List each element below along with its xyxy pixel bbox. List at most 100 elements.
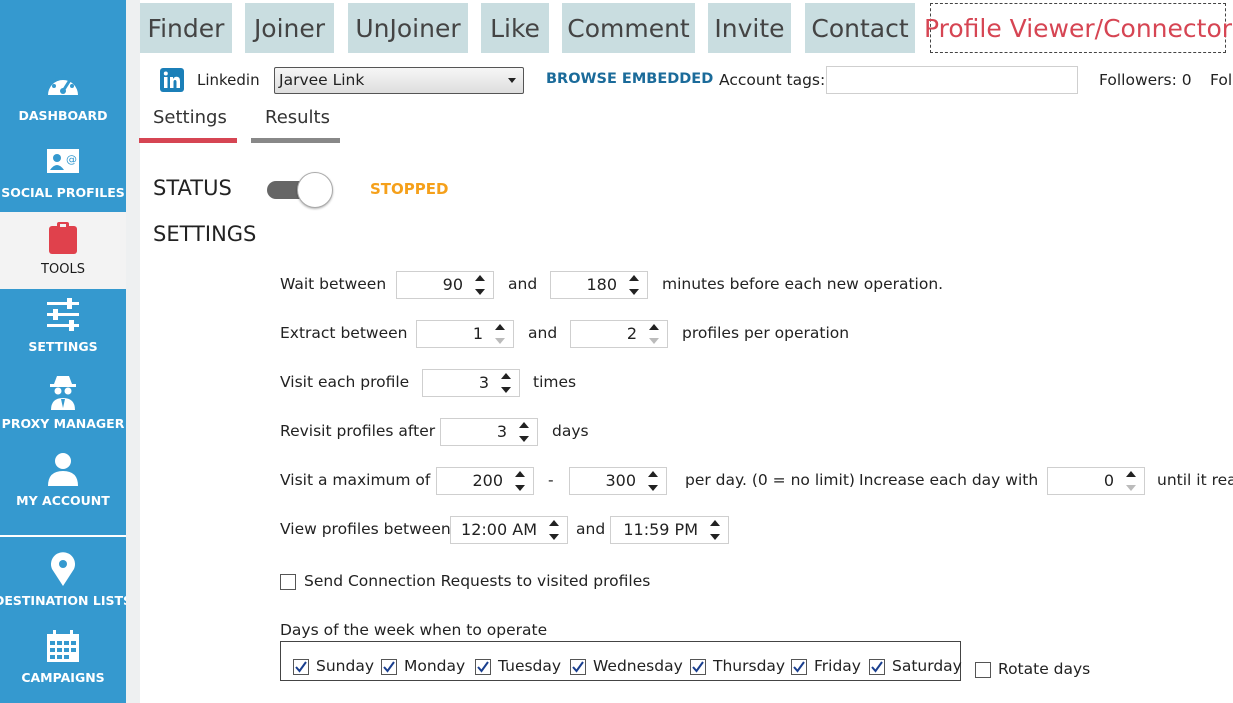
sidebar: DASHBOARD @ SOCIAL PROFILES TOOLS SETTIN… xyxy=(0,0,126,703)
network-label: Linkedin xyxy=(197,71,260,89)
tab-like[interactable]: Like xyxy=(481,3,549,53)
svg-text:@: @ xyxy=(66,153,77,166)
user-icon xyxy=(48,453,78,486)
social-profiles-icon: @ xyxy=(47,149,79,173)
status-label: STATUS xyxy=(153,176,232,200)
settings-sliders-icon xyxy=(47,298,79,331)
extract-max-stepper[interactable]: 2 xyxy=(570,320,668,348)
stepper-arrows-icon[interactable] xyxy=(475,275,486,295)
extract-min-stepper[interactable]: 1 xyxy=(416,320,514,348)
stepper-value: 3 xyxy=(478,373,489,392)
linkedin-icon xyxy=(160,68,184,92)
sidebar-item-my-account[interactable]: MY ACCOUNT xyxy=(0,443,126,520)
maximum-suffix: per day. (0 = no limit) xyxy=(685,471,855,489)
day-checkbox-sunday[interactable] xyxy=(293,659,309,675)
sidebar-item-proxy-manager[interactable]: PROXY MANAGER xyxy=(0,366,126,443)
stepper-value: 180 xyxy=(586,275,617,294)
wait-max-stepper[interactable]: 180 xyxy=(550,271,648,299)
day-label: Sunday xyxy=(316,657,374,675)
checkmark-icon xyxy=(793,661,805,673)
day-label: Tuesday xyxy=(498,657,562,675)
sidebar-item-campaigns[interactable]: CAMPAIGNS xyxy=(0,620,126,697)
sidebar-item-dashboard[interactable]: DASHBOARD xyxy=(0,58,126,135)
stepper-arrows-icon[interactable] xyxy=(515,471,526,491)
day-label: Wednesday xyxy=(593,657,683,675)
rotate-days-checkbox[interactable] xyxy=(975,662,991,678)
tools-icon xyxy=(49,222,77,254)
following-count: Fol xyxy=(1210,71,1233,89)
sidebar-divider xyxy=(0,535,126,537)
sidebar-item-social-profiles[interactable]: @ SOCIAL PROFILES xyxy=(0,135,126,212)
wait-min-stepper[interactable]: 90 xyxy=(396,271,494,299)
tab-invite[interactable]: Invite xyxy=(708,3,791,53)
maximum-label: Visit a maximum of xyxy=(280,471,431,489)
day-checkbox-thursday[interactable] xyxy=(690,659,706,675)
day-checkbox-tuesday[interactable] xyxy=(475,659,491,675)
increase-label: Increase each day with xyxy=(859,471,1039,489)
day-label: Friday xyxy=(814,657,861,675)
stepper-arrows-icon[interactable] xyxy=(549,520,560,540)
tab-joiner[interactable]: Joiner xyxy=(245,3,334,53)
sidebar-item-label: SOCIAL PROFILES xyxy=(1,185,125,200)
account-tags-input[interactable] xyxy=(826,66,1078,94)
account-select-value: Jarvee Link xyxy=(279,71,365,89)
stepper-arrows-icon[interactable] xyxy=(495,324,506,344)
revisit-stepper[interactable]: 3 xyxy=(440,418,538,446)
sidebar-item-label: DESTINATION LISTS xyxy=(0,593,126,608)
day-checkbox-monday[interactable] xyxy=(381,659,397,675)
tab-unjoiner[interactable]: UnJoiner xyxy=(348,3,468,53)
stepper-arrows-icon[interactable] xyxy=(1126,471,1137,491)
chevron-down-icon xyxy=(508,78,516,83)
view-start-time[interactable]: 12:00 AM xyxy=(450,516,568,544)
day-checkbox-wednesday[interactable] xyxy=(570,659,586,675)
day-checkbox-saturday[interactable] xyxy=(869,659,885,675)
view-and-label: and xyxy=(576,520,606,538)
wait-and-label: and xyxy=(508,275,538,293)
tab-comment[interactable]: Comment xyxy=(562,3,695,53)
extract-label: Extract between xyxy=(280,324,408,342)
stepper-value: 11:59 PM xyxy=(623,520,698,539)
view-end-time[interactable]: 11:59 PM xyxy=(610,516,729,544)
maximum-max-stepper[interactable]: 300 xyxy=(569,467,667,495)
subtab-results[interactable]: Results xyxy=(265,107,330,128)
status-badge: STOPPED xyxy=(370,180,449,198)
maximum-min-stepper[interactable]: 200 xyxy=(436,467,534,495)
visit-stepper[interactable]: 3 xyxy=(422,369,520,397)
stepper-value: 1 xyxy=(472,324,483,343)
spy-icon xyxy=(50,376,76,410)
stepper-value: 200 xyxy=(472,471,503,490)
day-label: Saturday xyxy=(892,657,962,675)
status-toggle[interactable] xyxy=(267,172,333,208)
sidebar-item-label: SETTINGS xyxy=(28,339,98,354)
send-requests-checkbox[interactable] xyxy=(280,574,296,590)
map-pin-icon xyxy=(51,552,75,586)
wait-label: Wait between xyxy=(280,275,387,293)
sidebar-item-settings[interactable]: SETTINGS xyxy=(0,289,126,366)
increase-tail: until it rea xyxy=(1157,471,1233,489)
tab-finder[interactable]: Finder xyxy=(140,3,232,53)
sidebar-item-destination-lists[interactable]: DESTINATION LISTS xyxy=(0,543,126,620)
browse-embedded-link[interactable]: BROWSE EMBEDDED xyxy=(546,71,713,87)
increase-stepper[interactable]: 0 xyxy=(1047,467,1145,495)
subtab-settings[interactable]: Settings xyxy=(153,107,227,128)
stepper-value: 90 xyxy=(442,275,463,294)
stepper-arrows-icon[interactable] xyxy=(648,471,659,491)
rotate-days-label: Rotate days xyxy=(998,660,1091,678)
day-checkbox-friday[interactable] xyxy=(791,659,807,675)
account-select[interactable]: Jarvee Link xyxy=(274,67,524,94)
stepper-arrows-icon[interactable] xyxy=(649,324,660,344)
stepper-arrows-icon[interactable] xyxy=(629,275,640,295)
content-gutter xyxy=(126,0,140,703)
checkmark-icon xyxy=(295,661,307,673)
checkmark-icon xyxy=(871,661,883,673)
tab-contact[interactable]: Contact xyxy=(805,3,915,53)
stepper-arrows-icon[interactable] xyxy=(501,373,512,393)
followers-count: Followers: 0 xyxy=(1099,71,1192,89)
sidebar-item-tools[interactable]: TOOLS xyxy=(0,212,126,289)
stepper-arrows-icon[interactable] xyxy=(519,422,530,442)
stepper-value: 0 xyxy=(1103,471,1114,490)
tab-profile-viewer-connector[interactable]: Profile Viewer/Connector xyxy=(924,3,1232,53)
days-label: Days of the week when to operate xyxy=(280,621,548,639)
stepper-arrows-icon[interactable] xyxy=(710,520,721,540)
sidebar-item-label: CAMPAIGNS xyxy=(21,670,105,685)
